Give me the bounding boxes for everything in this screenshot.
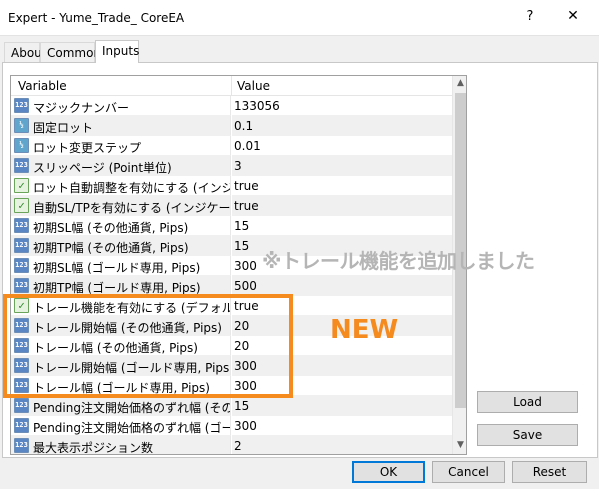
table-row[interactable]: ✓ 自動SL/TPを有効にする (インジケータ...true <box>11 196 452 216</box>
variable-cell[interactable]: ✓ 自動SL/TPを有効にする (インジケータ... <box>11 196 231 216</box>
column-separator[interactable] <box>231 76 232 96</box>
variable-name: 固定ロット <box>33 121 94 135</box>
variable-name: Pending注文開始価格のずれ幅 (その... <box>33 401 231 415</box>
save-button[interactable]: Save <box>477 424 578 446</box>
table-row[interactable]: ✓ ロット自動調整を有効にする (インジケ◆...true <box>11 176 452 196</box>
variable-cell[interactable]: 123 初期SL幅 (ゴールド専用, Pips) <box>11 256 231 276</box>
variable-cell[interactable]: 123 マジックナンバー <box>11 96 231 116</box>
table-row[interactable]: 123 マジックナンバー 133056 <box>11 96 452 116</box>
integer-icon: 123 <box>14 258 29 273</box>
value-cell[interactable]: 300 <box>232 416 452 436</box>
tab-about[interactable]: About <box>4 42 46 62</box>
integer-icon: 123 <box>14 238 29 253</box>
variable-name: 初期SL幅 (ゴールド専用, Pips) <box>33 261 201 275</box>
column-header-value[interactable]: Value <box>237 79 270 93</box>
integer-icon: 123 <box>14 398 29 413</box>
integer-icon: 123 <box>14 418 29 433</box>
cancel-button[interactable]: Cancel <box>432 461 505 483</box>
table-row[interactable]: 123 Pending注文開始価格のずれ幅 (その... 15 <box>11 396 452 416</box>
variable-name: ロット自動調整を有効にする (インジケ◆... <box>33 181 231 195</box>
value-cell[interactable]: true <box>232 176 452 196</box>
table-row[interactable]: 123 最大表示ポジション数 2 <box>11 436 452 455</box>
double-icon: ½ <box>14 118 29 133</box>
value-cell[interactable]: 0.01 <box>232 136 452 156</box>
variable-name: 初期SL幅 (その他通貨, Pips) <box>33 221 189 235</box>
variable-cell[interactable]: 123 Pending注文開始価格のずれ幅 (その... <box>11 396 231 416</box>
integer-icon: 123 <box>14 218 29 233</box>
variable-name: マジックナンバー <box>33 101 130 115</box>
highlight-box <box>3 294 293 398</box>
annotation-note: ※トレール機能を追加しました <box>262 249 535 273</box>
integer-icon: 123 <box>14 98 29 113</box>
variable-cell[interactable]: 123 スリッページ (Point単位) <box>11 156 231 176</box>
scroll-up-arrow-icon[interactable]: ▲ <box>455 78 466 90</box>
column-header-variable[interactable]: Variable <box>18 79 67 93</box>
variable-name: Pending注文開始価格のずれ幅 (ゴー... <box>33 421 231 435</box>
close-button[interactable]: ✕ <box>563 8 583 28</box>
tab-inputs[interactable]: Inputs <box>95 40 139 63</box>
variable-name: 初期TP幅 (その他通貨, Pips) <box>33 241 189 255</box>
title-bar: Expert - Yume_Trade_ CoreEA ? ✕ <box>0 0 599 36</box>
table-row[interactable]: 123 初期TP幅 (ゴールド専用, Pips) 500 <box>11 276 452 296</box>
variable-name: ロット変更ステップ <box>33 141 142 155</box>
table-row[interactable]: 123 Pending注文開始価格のずれ幅 (ゴー... 300 <box>11 416 452 436</box>
scroll-down-arrow-icon[interactable]: ▼ <box>455 440 466 452</box>
grid-header: Variable Value <box>11 76 452 96</box>
variable-cell[interactable]: ✓ ロット自動調整を有効にする (インジケ◆... <box>11 176 231 196</box>
table-row[interactable]: 123 初期SL幅 (その他通貨, Pips) 15 <box>11 216 452 236</box>
variable-name: スリッページ (Point単位) <box>33 161 172 175</box>
value-cell[interactable]: 133056 <box>232 96 452 116</box>
ok-button[interactable]: OK <box>352 461 425 483</box>
double-icon: ½ <box>14 138 29 153</box>
variable-cell[interactable]: 123 初期TP幅 (その他通貨, Pips) <box>11 236 231 256</box>
reset-button[interactable]: Reset <box>512 461 587 483</box>
window-title: Expert - Yume_Trade_ CoreEA <box>8 11 185 25</box>
integer-icon: 123 <box>14 158 29 173</box>
load-button[interactable]: Load <box>477 391 578 413</box>
bool-icon: ✓ <box>14 178 29 193</box>
integer-icon: 123 <box>14 438 29 453</box>
value-cell[interactable]: 0.1 <box>232 116 452 136</box>
variable-name: 最大表示ポジション数 <box>33 441 154 455</box>
value-cell[interactable]: 3 <box>232 156 452 176</box>
value-cell[interactable]: 15 <box>232 396 452 416</box>
table-row[interactable]: ½ ロット変更ステップ 0.01 <box>11 136 452 156</box>
annotation-new-label: NEW <box>330 315 399 345</box>
variable-cell[interactable]: ½ ロット変更ステップ <box>11 136 231 156</box>
variable-cell[interactable]: 123 初期TP幅 (ゴールド専用, Pips) <box>11 276 231 296</box>
variable-cell[interactable]: 123 初期SL幅 (その他通貨, Pips) <box>11 216 231 236</box>
variable-cell[interactable]: 123 最大表示ポジション数 <box>11 436 231 455</box>
value-cell[interactable]: 500 <box>232 276 452 296</box>
table-row[interactable]: ½ 固定ロット 0.1 <box>11 116 452 136</box>
value-cell[interactable]: true <box>232 196 452 216</box>
table-row[interactable]: 123 スリッページ (Point単位) 3 <box>11 156 452 176</box>
integer-icon: 123 <box>14 278 29 293</box>
variable-cell[interactable]: 123 Pending注文開始価格のずれ幅 (ゴー... <box>11 416 231 436</box>
tab-common[interactable]: Common <box>40 42 101 62</box>
value-cell[interactable]: 2 <box>232 436 452 454</box>
variable-name: 自動SL/TPを有効にする (インジケータ... <box>33 201 231 215</box>
bool-icon: ✓ <box>14 198 29 213</box>
value-cell[interactable]: 15 <box>232 216 452 236</box>
variable-cell[interactable]: ½ 固定ロット <box>11 116 231 136</box>
help-button[interactable]: ? <box>520 9 540 27</box>
